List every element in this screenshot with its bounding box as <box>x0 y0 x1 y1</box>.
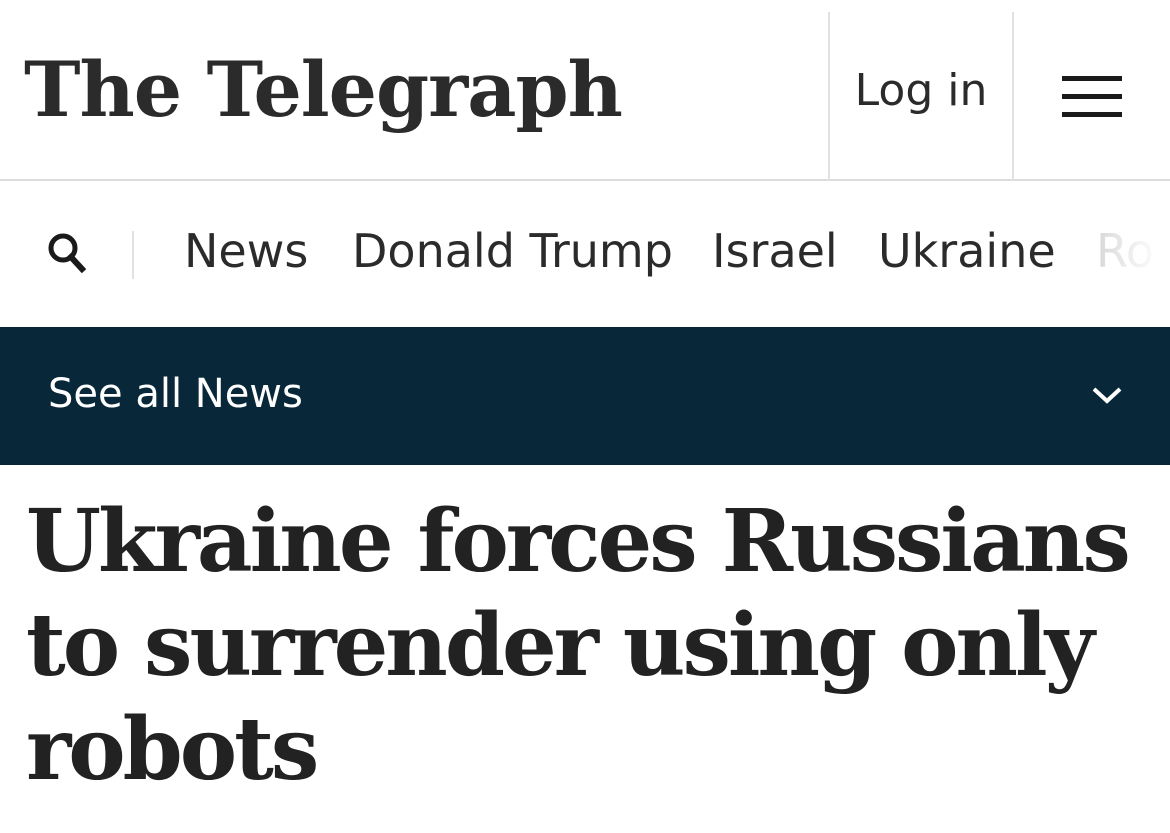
see-all-news-label: See all News <box>48 371 303 417</box>
site-header: The Telegraph Log in <box>0 0 1170 181</box>
nav-item-ukraine[interactable]: Ukraine <box>878 219 1056 283</box>
nav-item-donald-trump[interactable]: Donald Trump <box>352 219 673 283</box>
nav-item-news[interactable]: News <box>184 219 308 283</box>
page: The Telegraph Log in News Donald Trump I… <box>0 0 1170 833</box>
telegraph-logo[interactable]: The Telegraph <box>24 40 623 140</box>
section-nav: News Donald Trump Israel Ukraine Ro <box>0 181 1170 327</box>
see-all-news-bar[interactable]: See all News <box>0 327 1170 465</box>
search-icon[interactable] <box>46 231 88 274</box>
nav-separator <box>132 231 134 279</box>
login-button[interactable]: Log in <box>830 0 1012 181</box>
article-headline: Ukraine forces Russians to surrender usi… <box>26 491 1131 800</box>
menu-button[interactable] <box>1014 0 1170 181</box>
nav-item-truncated[interactable]: Ro <box>1096 219 1154 283</box>
nav-item-israel[interactable]: Israel <box>712 219 838 283</box>
chevron-down-icon <box>1090 383 1124 407</box>
